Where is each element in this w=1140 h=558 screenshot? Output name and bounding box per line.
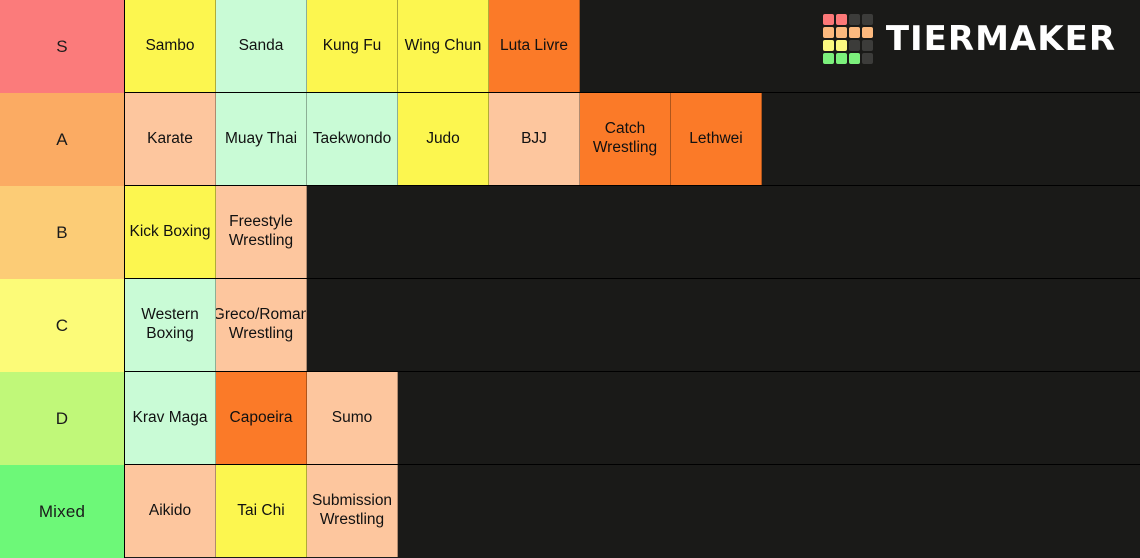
tier-item-label: Muay Thai	[224, 129, 298, 147]
tier-item[interactable]: Luta Livre	[489, 0, 580, 92]
tier-items: Karate Muay Thai Taekwondo Judo BJJ Catch Wre…	[125, 93, 762, 186]
tier-item-label: Taekwondo	[312, 129, 392, 147]
tier-item[interactable]: Krav Maga	[125, 372, 216, 464]
tier-items: Western Boxing Greco/Roman Wrestling	[125, 279, 307, 372]
tier-item-label: Kung Fu	[322, 36, 382, 54]
tier-item[interactable]: Kick Boxing	[125, 186, 216, 278]
tier-label-mixed[interactable]: Mixed	[0, 465, 125, 558]
tier-item[interactable]: Sumo	[307, 372, 398, 464]
tier-items: Aikido Tai Chi Submission Wrestling	[125, 465, 398, 558]
tier-row: B Kick Boxing Freestyle Wrestling	[0, 186, 1140, 279]
tier-item-label: Catch Wrestling	[592, 120, 658, 156]
tier-item[interactable]: Capoeira	[216, 372, 307, 464]
tier-item-label: Sumo	[331, 408, 373, 426]
tier-label-s[interactable]: S	[0, 0, 125, 93]
tier-label-d[interactable]: D	[0, 372, 125, 465]
tier-item-label: BJJ	[521, 129, 547, 147]
tier-label-a[interactable]: A	[0, 93, 125, 186]
tier-label-b[interactable]: B	[0, 186, 125, 279]
tier-row: C Western Boxing Greco/Roman Wrestling	[0, 279, 1140, 372]
tier-item[interactable]: Muay Thai	[216, 93, 307, 185]
tier-item[interactable]: BJJ	[489, 93, 580, 185]
tier-item[interactable]: Wing Chun	[398, 0, 489, 92]
tier-item[interactable]: Aikido	[125, 465, 216, 557]
tier-item-label: Submission Wrestling	[311, 492, 393, 528]
tier-item-label: Capoeira	[229, 408, 293, 426]
tier-item-label: Luta Livre	[499, 36, 569, 54]
tier-item[interactable]: Sanda	[216, 0, 307, 92]
tier-item-label: Wing Chun	[404, 36, 482, 54]
tier-item-label: Karate	[147, 129, 193, 147]
tier-item-label: Kick Boxing	[129, 222, 211, 240]
tier-item-label: Aikido	[148, 501, 192, 519]
tier-item[interactable]: Western Boxing	[125, 279, 216, 371]
tier-item[interactable]: Submission Wrestling	[307, 465, 398, 557]
tier-item-label: Judo	[426, 129, 460, 147]
tier-row: S Sambo Sanda Kung Fu Wing Chun Luta Livre	[0, 0, 1140, 93]
tier-item-label: Freestyle Wrestling	[228, 213, 294, 249]
tier-row: A Karate Muay Thai Taekwondo Judo BJJ Catch Wr…	[0, 93, 1140, 186]
tier-list: S Sambo Sanda Kung Fu Wing Chun Luta Livre A Ka…	[0, 0, 1140, 558]
tier-item[interactable]: Kung Fu	[307, 0, 398, 92]
tier-item-label: Lethwei	[689, 129, 743, 147]
tier-row: Mixed Aikido Tai Chi Submission Wrestling	[0, 465, 1140, 558]
tier-item-label: Sambo	[145, 36, 195, 54]
tier-label-c[interactable]: C	[0, 279, 125, 372]
tier-item[interactable]: Tai Chi	[216, 465, 307, 557]
tier-items: Sambo Sanda Kung Fu Wing Chun Luta Livre	[125, 0, 580, 93]
tier-item-label: Sanda	[238, 36, 284, 54]
tier-item[interactable]: Judo	[398, 93, 489, 185]
tier-item[interactable]: Catch Wrestling	[580, 93, 671, 185]
tier-item[interactable]: Lethwei	[671, 93, 762, 185]
tier-item[interactable]: Greco/Roman Wrestling	[216, 279, 307, 371]
tier-item-label: Tai Chi	[237, 501, 285, 519]
tier-row: D Krav Maga Capoeira Sumo	[0, 372, 1140, 465]
tier-item[interactable]: Taekwondo	[307, 93, 398, 185]
tier-item[interactable]: Freestyle Wrestling	[216, 186, 307, 278]
tier-items: Krav Maga Capoeira Sumo	[125, 372, 398, 465]
tier-item[interactable]: Karate	[125, 93, 216, 185]
tier-item-label: Greco/Roman Wrestling	[216, 306, 307, 342]
tier-items: Kick Boxing Freestyle Wrestling	[125, 186, 307, 279]
tier-item[interactable]: Sambo	[125, 0, 216, 92]
tier-item-label: Krav Maga	[132, 408, 208, 426]
tier-item-label: Western Boxing	[141, 306, 199, 342]
